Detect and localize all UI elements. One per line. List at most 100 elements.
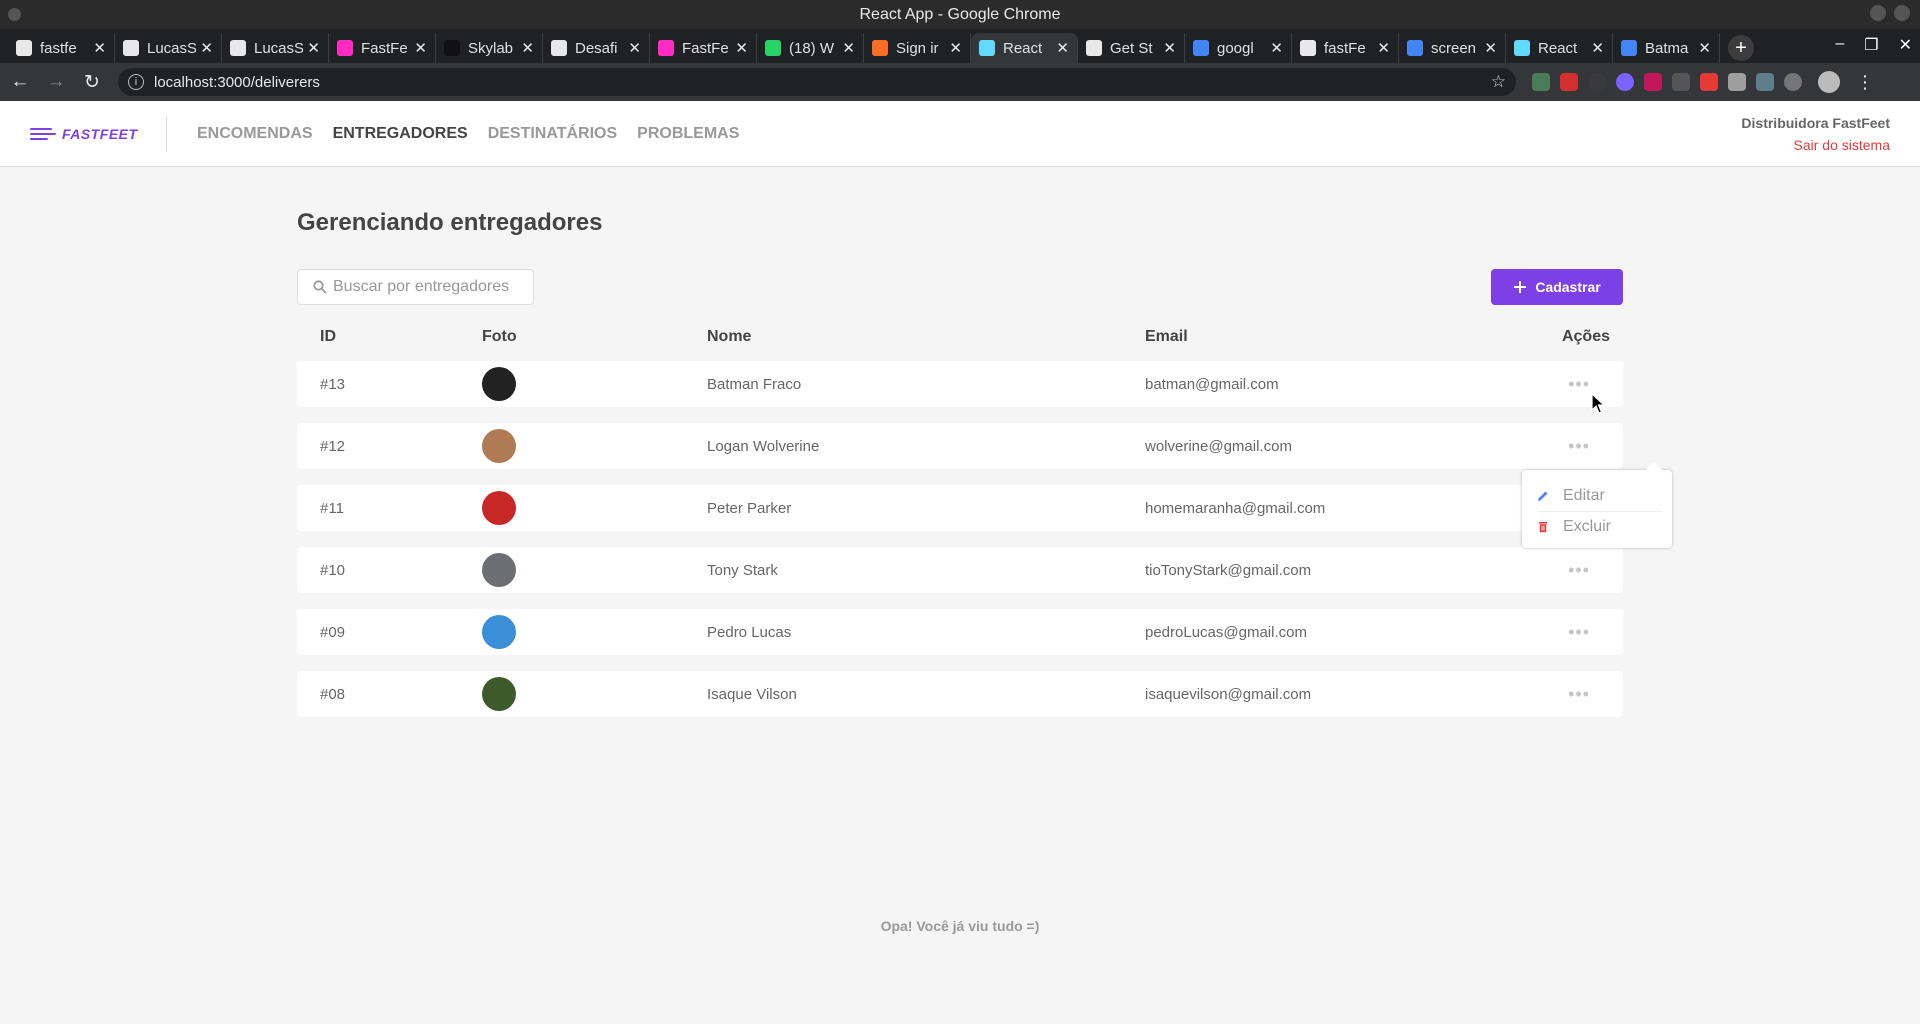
maximize-button[interactable] (1894, 5, 1910, 21)
browser-tab-label: Skylab (468, 39, 514, 57)
browser-tab[interactable]: Get St ✕ (1078, 33, 1185, 63)
minimize-icon[interactable]: – (1835, 35, 1844, 55)
brand-wordmark: FASTFEET (62, 125, 138, 142)
site-info-icon[interactable]: i (128, 74, 144, 90)
row-actions-icon[interactable]: ••• (1550, 622, 1610, 643)
bookmark-star-icon[interactable]: ☆ (1491, 72, 1506, 92)
browser-tab[interactable]: LucasS ✕ (115, 33, 222, 63)
new-tab-button[interactable]: + (1728, 35, 1754, 61)
close-tab-icon[interactable]: ✕ (93, 39, 106, 57)
browser-tab[interactable]: LucasS ✕ (222, 33, 329, 63)
browser-tab[interactable]: fastfe ✕ (8, 33, 115, 63)
deliverers-table-body: #13 Batman Fraco batman@gmail.com ••• #12 Log… (297, 361, 1623, 717)
extension-icon[interactable] (1672, 73, 1690, 91)
extension-icon[interactable] (1700, 73, 1718, 91)
row-actions-icon[interactable]: ••• (1550, 374, 1610, 395)
address-bar[interactable]: i localhost:3000/deliverers ☆ (118, 68, 1516, 96)
browser-tab[interactable]: googl ✕ (1185, 33, 1292, 63)
restore-icon[interactable]: ❐ (1864, 35, 1878, 55)
browser-tab[interactable]: (18) W ✕ (757, 33, 864, 63)
close-tab-icon[interactable]: ✕ (307, 39, 320, 57)
add-deliverer-button[interactable]: Cadastrar (1491, 269, 1623, 305)
browser-tab[interactable]: fastFe ✕ (1292, 33, 1399, 63)
github-icon (16, 40, 32, 56)
browser-tab[interactable]: React ✕ (1506, 33, 1613, 63)
browser-tab[interactable]: screen ✕ (1399, 33, 1506, 63)
nav-item-destinatarios[interactable]: DESTINATÁRIOS (488, 125, 617, 143)
browser-tab-label: fastFe (1324, 39, 1366, 57)
nav-item-problemas[interactable]: PROBLEMAS (637, 125, 739, 143)
whatsapp-icon (765, 40, 781, 56)
spiderman-avatar (482, 491, 516, 525)
window-menu-button[interactable] (8, 8, 21, 21)
close-tab-icon[interactable]: ✕ (628, 39, 641, 57)
row-name: Peter Parker (707, 499, 792, 517)
actions-dropdown: Editar Excluir (1522, 462, 1672, 548)
close-tab-icon[interactable]: ✕ (1056, 39, 1069, 57)
browser-tab[interactable]: Skylab ✕ (436, 33, 543, 63)
profile-avatar[interactable] (1818, 71, 1840, 93)
close-tab-icon[interactable]: ✕ (1377, 39, 1390, 57)
close-tab-icon[interactable]: ✕ (521, 39, 534, 57)
row-name: Tony Stark (707, 561, 778, 579)
adobe-xd-icon (658, 40, 674, 56)
main-content: Gerenciando entregadores Cadastrar ID Fo… (297, 167, 1672, 717)
browser-tab[interactable]: FastFe ✕ (329, 33, 436, 63)
close-tab-icon[interactable]: ✕ (1163, 39, 1176, 57)
tony-avatar (482, 553, 516, 587)
browser-tab[interactable]: FastFe ✕ (650, 33, 757, 63)
reload-icon[interactable]: ↻ (82, 71, 102, 94)
extension-icon[interactable] (1532, 73, 1550, 91)
browser-tab[interactable]: React ✕ (971, 33, 1078, 63)
extension-icon[interactable] (1588, 73, 1606, 91)
search-box[interactable] (297, 269, 534, 305)
close-tab-icon[interactable]: ✕ (1484, 39, 1497, 57)
table-row: #08 Isaque Vilson isaquevilson@gmail.com ••… (297, 671, 1623, 717)
close-window-icon[interactable]: ✕ (1899, 35, 1912, 55)
close-tab-icon[interactable]: ✕ (1591, 39, 1604, 57)
chrome-menu-icon[interactable]: ⋮ (1856, 72, 1874, 93)
brand-logo[interactable]: FASTFEET (0, 115, 167, 152)
close-tab-icon[interactable]: ✕ (1698, 39, 1711, 57)
row-photo (482, 553, 707, 587)
extension-icon[interactable] (1784, 73, 1802, 91)
address-url[interactable]: localhost:3000/deliverers (154, 74, 1491, 91)
trash-icon (1539, 522, 1547, 533)
extension-icon[interactable] (1644, 73, 1662, 91)
close-tab-icon[interactable]: ✕ (1270, 39, 1283, 57)
react-icon (1514, 40, 1530, 56)
delete-menu-item[interactable]: Excluir (1537, 511, 1662, 542)
edit-menu-item[interactable]: Editar (1537, 480, 1662, 511)
row-actions-icon[interactable]: ••• (1550, 436, 1610, 457)
extension-icon[interactable] (1728, 73, 1746, 91)
back-icon[interactable]: ← (10, 71, 30, 93)
close-tab-icon[interactable]: ✕ (949, 39, 962, 57)
close-tab-icon[interactable]: ✕ (735, 39, 748, 57)
browser-tab-label: fastfe (40, 39, 77, 57)
close-tab-icon[interactable]: ✕ (414, 39, 427, 57)
browser-tab-label: Sign ir (896, 39, 939, 57)
row-actions-icon[interactable]: ••• (1550, 560, 1610, 581)
google-icon (1193, 40, 1209, 56)
minimize-button[interactable] (1870, 5, 1886, 21)
browser-tab-label: LucasS (147, 39, 197, 57)
forward-icon[interactable]: → (46, 71, 66, 93)
browser-tab[interactable]: Sign ir ✕ (864, 33, 971, 63)
row-id: #08 (320, 685, 346, 703)
browser-tab[interactable]: Batma ✕ (1613, 33, 1720, 63)
extension-icon[interactable] (1560, 73, 1578, 91)
row-actions-icon[interactable]: ••• (1550, 684, 1610, 705)
logout-link[interactable]: Sair do sistema (1741, 137, 1890, 153)
nav-item-entregadores[interactable]: ENTREGADORES (333, 125, 468, 143)
search-input[interactable] (333, 278, 523, 296)
window-title: React App - Google Chrome (859, 5, 1061, 23)
nav-item-encomendas[interactable]: ENCOMENDAS (197, 125, 313, 143)
extension-icon[interactable] (1616, 73, 1634, 91)
close-tab-icon[interactable]: ✕ (842, 39, 855, 57)
wolverine-avatar (482, 429, 516, 463)
browser-tab[interactable]: Desafi ✕ (543, 33, 650, 63)
extension-icon[interactable] (1756, 73, 1774, 91)
close-tab-icon[interactable]: ✕ (200, 39, 213, 57)
browser-tab-label: FastFe (361, 39, 408, 57)
page-title: Gerenciando entregadores (297, 209, 603, 236)
